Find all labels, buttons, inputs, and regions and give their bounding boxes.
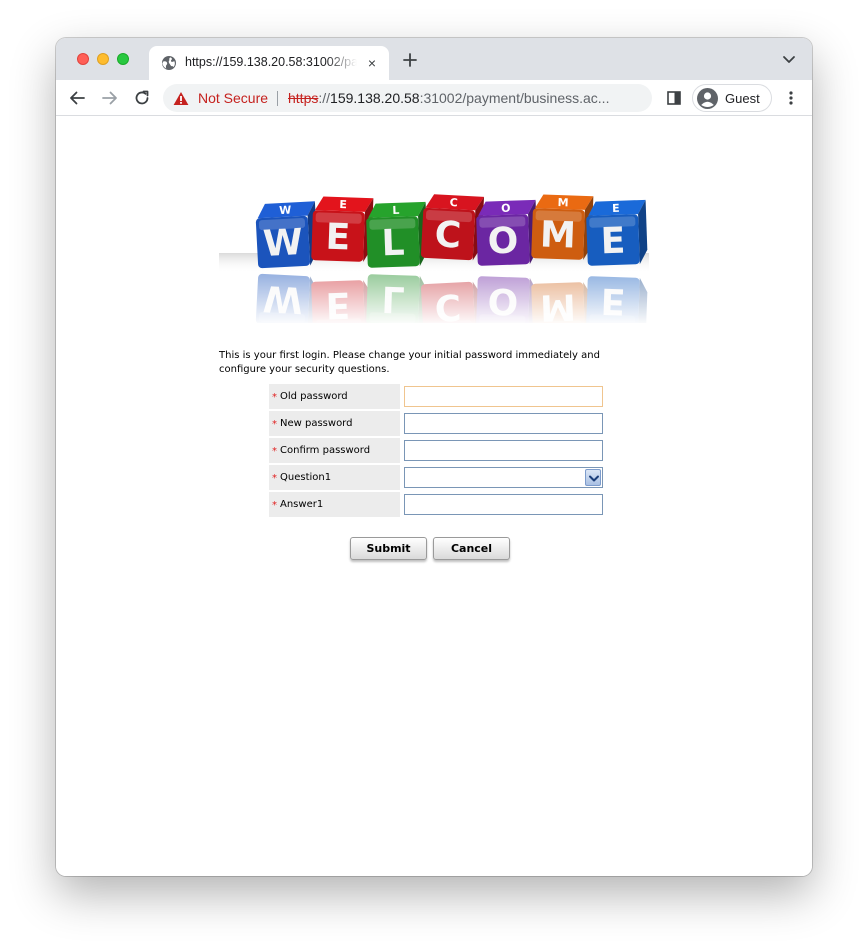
- svg-text:C: C: [449, 196, 458, 209]
- letter-cube: OO: [476, 199, 538, 266]
- answer1-input[interactable]: [404, 494, 603, 515]
- minimize-window-button[interactable]: [97, 53, 109, 65]
- chevron-down-icon: [589, 475, 599, 482]
- svg-text:L: L: [392, 204, 399, 217]
- dropdown-arrow-button[interactable]: [585, 469, 601, 486]
- security-status-label[interactable]: Not Secure: [198, 90, 268, 106]
- svg-text:E: E: [612, 202, 620, 215]
- active-tab[interactable]: https://159.138.20.58:31002/payment/busi…: [149, 46, 389, 80]
- plus-icon[interactable]: [401, 51, 419, 69]
- svg-text:E: E: [600, 221, 626, 263]
- globe-icon: [162, 56, 176, 70]
- svg-text:W: W: [279, 204, 292, 218]
- arrow-right-icon[interactable]: [101, 89, 119, 107]
- page-content: WWEELLCCOOMMEE WWEELLCCOOMMEE This is yo…: [56, 117, 812, 876]
- confirm-password-input[interactable]: [404, 440, 603, 461]
- first-login-notice: This is your first login. Please change …: [219, 350, 600, 375]
- svg-text:C: C: [434, 214, 463, 256]
- kebab-menu-icon[interactable]: [784, 90, 798, 106]
- browser-toolbar: Not Secure https://159.138.20.58:31002/p…: [56, 80, 812, 116]
- svg-text:L: L: [381, 223, 405, 265]
- new-password-row: * New password: [269, 410, 606, 437]
- old-password-label-text: Old password: [280, 391, 348, 402]
- old-password-row: * Old password: [269, 383, 606, 410]
- svg-text:E: E: [339, 198, 347, 211]
- side-panel-icon[interactable]: [667, 91, 681, 105]
- confirm-password-label: * Confirm password: [269, 438, 400, 463]
- required-marker: *: [272, 446, 277, 457]
- chevron-down-icon[interactable]: [782, 55, 796, 65]
- question1-row: * Question1: [269, 464, 606, 491]
- required-marker: *: [272, 392, 277, 403]
- new-password-label: * New password: [269, 411, 400, 436]
- question1-label-text: Question1: [280, 472, 332, 483]
- address-bar[interactable]: Not Secure https://159.138.20.58:31002/p…: [163, 84, 652, 112]
- letter-cube: MM: [531, 194, 594, 260]
- reload-icon[interactable]: [133, 89, 151, 107]
- welcome-banner-image: WWEELLCCOOMMEE WWEELLCCOOMMEE: [219, 194, 649, 323]
- tab-strip: https://159.138.20.58:31002/payment/busi…: [56, 38, 812, 80]
- confirm-password-row: * Confirm password: [269, 437, 606, 464]
- close-tab-icon[interactable]: ×: [365, 56, 379, 70]
- close-window-button[interactable]: [77, 53, 89, 65]
- answer1-label-text: Answer1: [280, 499, 324, 510]
- svg-text:E: E: [325, 217, 351, 259]
- person-avatar-icon: [697, 88, 718, 109]
- required-marker: *: [272, 419, 277, 430]
- svg-text:O: O: [487, 220, 519, 262]
- url-scheme: https: [288, 90, 319, 106]
- new-password-input[interactable]: [404, 413, 603, 434]
- svg-text:O: O: [501, 202, 511, 215]
- question1-select[interactable]: [404, 467, 603, 488]
- browser-window: https://159.138.20.58:31002/payment/busi…: [56, 38, 812, 876]
- change-password-form: * Old password * New password * Confirm …: [269, 383, 606, 518]
- url-separator: ://: [318, 90, 331, 106]
- omnibox-divider: [277, 91, 278, 106]
- profile-button[interactable]: Guest: [692, 84, 772, 112]
- answer1-row: * Answer1: [269, 491, 606, 518]
- answer1-label: * Answer1: [269, 492, 400, 517]
- maximize-window-button[interactable]: [117, 53, 129, 65]
- new-password-label-text: New password: [280, 418, 353, 429]
- warning-triangle-icon[interactable]: [173, 91, 189, 106]
- required-marker: *: [272, 473, 277, 484]
- svg-text:W: W: [262, 222, 304, 265]
- letter-cube: WW: [255, 201, 318, 269]
- url-host: 159.138.20.58: [330, 90, 420, 106]
- letter-cube: EE: [311, 196, 374, 262]
- confirm-password-label-text: Confirm password: [280, 445, 371, 456]
- old-password-input[interactable]: [404, 386, 603, 407]
- profile-label: Guest: [725, 91, 760, 106]
- svg-text:M: M: [539, 214, 576, 256]
- question1-label: * Question1: [269, 465, 400, 490]
- tab-title: https://159.138.20.58:31002/payment/busi…: [185, 55, 357, 69]
- url-text[interactable]: https://159.138.20.58:31002/payment/busi…: [288, 90, 640, 106]
- submit-button[interactable]: Submit: [350, 537, 427, 560]
- svg-text:M: M: [557, 196, 568, 209]
- cancel-button[interactable]: Cancel: [433, 537, 510, 560]
- url-path: :31002/payment/business.ac...: [419, 90, 610, 106]
- letter-cube: EE: [586, 199, 648, 266]
- letter-cube: LL: [366, 201, 428, 268]
- old-password-label: * Old password: [269, 384, 400, 409]
- required-marker: *: [272, 500, 277, 511]
- letter-cube: CC: [420, 194, 485, 261]
- welcome-cubes: WWEELLCCOOMMEE: [255, 194, 648, 269]
- arrow-left-icon[interactable]: [68, 89, 86, 107]
